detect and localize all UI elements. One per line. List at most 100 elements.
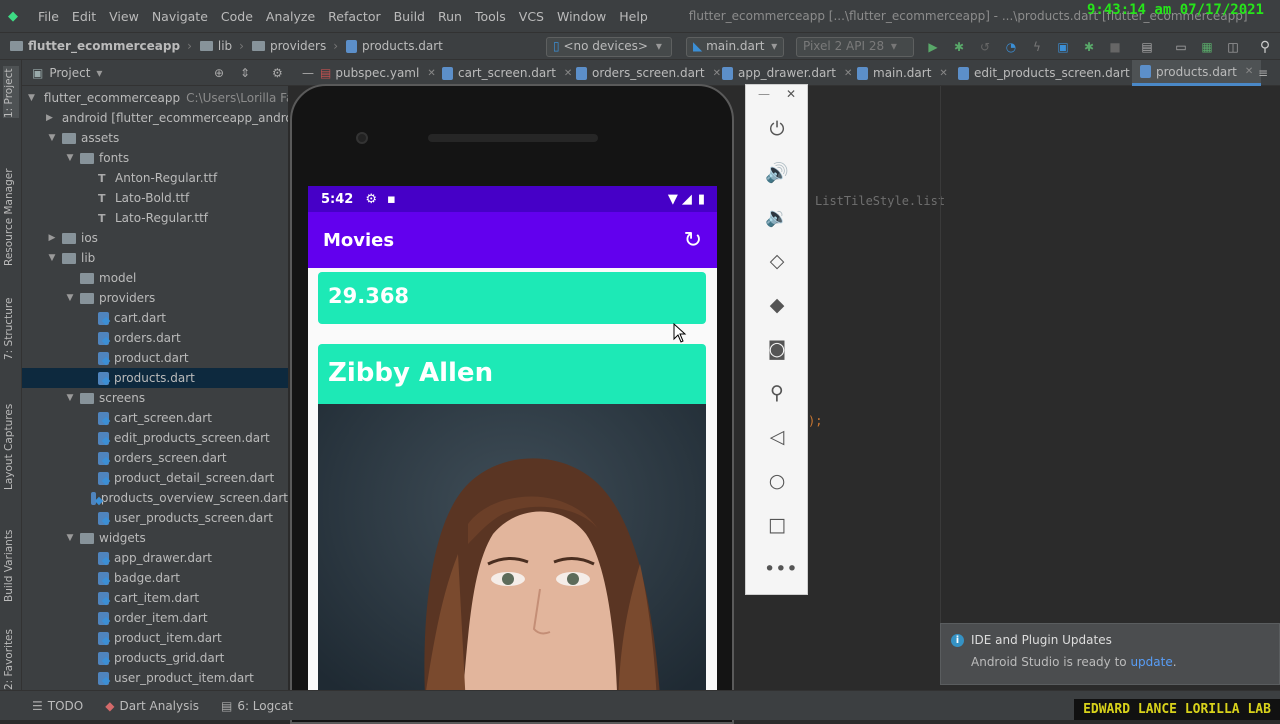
tab-minimize[interactable]: — bbox=[302, 60, 314, 86]
tree-item[interactable]: ▼ fonts bbox=[22, 148, 288, 168]
tab-products[interactable]: products.dart ✕ bbox=[1132, 60, 1262, 86]
menu-tools[interactable]: Tools bbox=[475, 9, 506, 24]
close-icon[interactable]: ✕ bbox=[1245, 66, 1253, 77]
device-selector[interactable]: ▯ <no devices> ▾ bbox=[546, 37, 672, 57]
expand-arrow-icon[interactable]: ▼ bbox=[46, 253, 58, 263]
tree-item[interactable]: order_item.dart bbox=[22, 608, 288, 628]
project-structure-icon[interactable]: ▤ bbox=[1140, 40, 1154, 54]
menu-analyze[interactable]: Analyze bbox=[266, 9, 315, 24]
emulator-screen[interactable]: 5:42 ⚙ ▪ ▼ ◢ ▮ Movies ↻ 29.368 Zibby All… bbox=[308, 186, 717, 720]
breadcrumb-providers[interactable]: providers bbox=[270, 39, 326, 53]
tab-edit-products[interactable]: edit_products_screen.dart✕ bbox=[958, 60, 1146, 86]
tree-item[interactable]: products.dart bbox=[22, 368, 288, 388]
tree-item[interactable]: ▼ screens bbox=[22, 388, 288, 408]
tree-item[interactable]: cart.dart bbox=[22, 308, 288, 328]
stop-icon[interactable]: ■ bbox=[1108, 40, 1122, 54]
todo-tab[interactable]: TODO bbox=[48, 699, 83, 713]
close-icon[interactable]: ✕ bbox=[939, 68, 947, 79]
sdk-manager-icon[interactable]: ▦ bbox=[1200, 40, 1214, 54]
tab-orders-screen[interactable]: orders_screen.dart ✕ bbox=[576, 60, 721, 86]
tree-item[interactable]: ▼ lib bbox=[22, 248, 288, 268]
close-icon[interactable]: ✕ bbox=[844, 68, 852, 79]
dart-analysis-tab[interactable]: Dart Analysis bbox=[119, 699, 199, 713]
tree-item[interactable]: ▶ android [flutter_ecommerceapp_andro bbox=[22, 108, 288, 128]
tree-item[interactable]: orders_screen.dart bbox=[22, 448, 288, 468]
run-config-selector[interactable]: ◣ main.dart ▾ bbox=[686, 37, 784, 57]
rotate-right-icon[interactable]: ◆ bbox=[764, 292, 790, 318]
menu-window[interactable]: Window bbox=[557, 9, 606, 24]
gear-icon[interactable]: ⚙ bbox=[272, 66, 283, 80]
menu-refactor[interactable]: Refactor bbox=[328, 9, 380, 24]
rotate-left-icon[interactable]: ◇ bbox=[764, 248, 790, 274]
expand-arrow-icon[interactable]: ▼ bbox=[28, 93, 35, 103]
tree-item[interactable]: T Lato-Regular.ttf bbox=[22, 208, 288, 228]
movie-card[interactable]: Zibby Allen bbox=[318, 344, 706, 720]
expand-arrow-icon[interactable]: ▼ bbox=[64, 153, 76, 163]
breadcrumb-file[interactable]: products.dart bbox=[362, 39, 443, 53]
tree-item[interactable]: T Lato-Bold.ttf bbox=[22, 188, 288, 208]
update-notification[interactable]: i IDE and Plugin Updates Android Studio … bbox=[940, 623, 1280, 685]
android-debug-icon[interactable]: ✱ bbox=[1082, 40, 1096, 54]
tree-item[interactable]: user_products_screen.dart bbox=[22, 508, 288, 528]
locate-icon[interactable]: ⊕ bbox=[214, 66, 224, 80]
tree-item[interactable]: orders.dart bbox=[22, 328, 288, 348]
menu-view[interactable]: View bbox=[109, 9, 139, 24]
close-icon[interactable]: ✕ bbox=[713, 68, 721, 79]
expand-arrow-icon[interactable]: ▼ bbox=[64, 293, 76, 303]
debug-icon[interactable]: ✱ bbox=[952, 40, 966, 54]
search-icon[interactable]: ⚲ bbox=[1258, 40, 1272, 54]
menu-edit[interactable]: Edit bbox=[72, 9, 96, 24]
run-icon[interactable]: ▶ bbox=[926, 40, 940, 54]
attach-debugger-icon[interactable]: ↺ bbox=[978, 40, 992, 54]
rating-card[interactable]: 29.368 bbox=[318, 272, 706, 324]
tab-structure[interactable]: 7: Structure bbox=[3, 292, 19, 360]
tree-item[interactable]: user_product_item.dart bbox=[22, 668, 288, 688]
back-icon[interactable]: ◁ bbox=[764, 424, 790, 450]
breadcrumb-lib[interactable]: lib bbox=[218, 39, 232, 53]
tab-favorites[interactable]: 2: Favorites bbox=[3, 626, 19, 690]
volume-up-icon[interactable]: 🔊 bbox=[764, 160, 790, 186]
tab-resource-manager[interactable]: Resource Manager bbox=[3, 156, 19, 266]
refresh-icon[interactable]: ↻ bbox=[684, 228, 702, 253]
menu-run[interactable]: Run bbox=[438, 9, 462, 24]
expand-arrow-icon[interactable]: ▼ bbox=[64, 533, 76, 543]
tree-item[interactable]: ▼ providers bbox=[22, 288, 288, 308]
hot-reload-icon[interactable]: ϟ bbox=[1030, 40, 1044, 54]
tree-item[interactable]: products_grid.dart bbox=[22, 648, 288, 668]
tree-item[interactable]: edit_products_screen.dart bbox=[22, 428, 288, 448]
tab-build-variants[interactable]: Build Variants bbox=[3, 518, 19, 602]
avd-selector[interactable]: Pixel 2 API 28 ▾ bbox=[796, 37, 914, 57]
device-manager-icon[interactable]: ▭ bbox=[1174, 40, 1188, 54]
menu-code[interactable]: Code bbox=[221, 9, 253, 24]
menu-navigate[interactable]: Navigate bbox=[152, 9, 208, 24]
menu-build[interactable]: Build bbox=[394, 9, 425, 24]
breadcrumb-project[interactable]: flutter_ecommerceapp bbox=[28, 39, 180, 53]
expand-arrow-icon[interactable]: ▼ bbox=[46, 133, 58, 143]
tree-item[interactable]: ▼ widgets bbox=[22, 528, 288, 548]
power-icon[interactable]: ⏻ bbox=[764, 116, 790, 142]
tree-item[interactable]: product_detail_screen.dart bbox=[22, 468, 288, 488]
tab-menu[interactable]: ≡ bbox=[1258, 60, 1268, 86]
volume-down-icon[interactable]: 🔉 bbox=[764, 204, 790, 230]
close-icon[interactable]: ✕ bbox=[427, 68, 435, 79]
close-icon[interactable]: ✕ bbox=[564, 68, 572, 79]
chevron-down-icon[interactable]: ▾ bbox=[96, 66, 102, 80]
menu-help[interactable]: Help bbox=[619, 9, 648, 24]
update-link[interactable]: update bbox=[1130, 655, 1172, 669]
tree-item[interactable]: product.dart bbox=[22, 348, 288, 368]
more-icon[interactable]: ••• bbox=[764, 556, 798, 582]
home-icon[interactable]: ○ bbox=[764, 468, 790, 494]
tab-layout-captures[interactable]: Layout Captures bbox=[3, 396, 19, 490]
tree-item[interactable]: cart_screen.dart bbox=[22, 408, 288, 428]
tree-item[interactable]: T Anton-Regular.ttf bbox=[22, 168, 288, 188]
profile-icon[interactable]: ◔ bbox=[1004, 40, 1018, 54]
collapse-arrow-icon[interactable]: ▶ bbox=[46, 113, 53, 123]
tree-item[interactable]: ▼ flutter_ecommerceapp C:\Users\Lorilla Fa… bbox=[22, 88, 288, 108]
minimize-icon[interactable]: — bbox=[758, 87, 770, 101]
close-icon[interactable]: ✕ bbox=[786, 87, 796, 101]
tab-cart-screen[interactable]: cart_screen.dart ✕ bbox=[442, 60, 572, 86]
expand-arrow-icon[interactable]: ▼ bbox=[64, 393, 76, 403]
logcat-tab[interactable]: 6: Logcat bbox=[237, 699, 293, 713]
assistant-icon[interactable]: ◫ bbox=[1226, 40, 1240, 54]
tree-item[interactable]: cart_item.dart bbox=[22, 588, 288, 608]
